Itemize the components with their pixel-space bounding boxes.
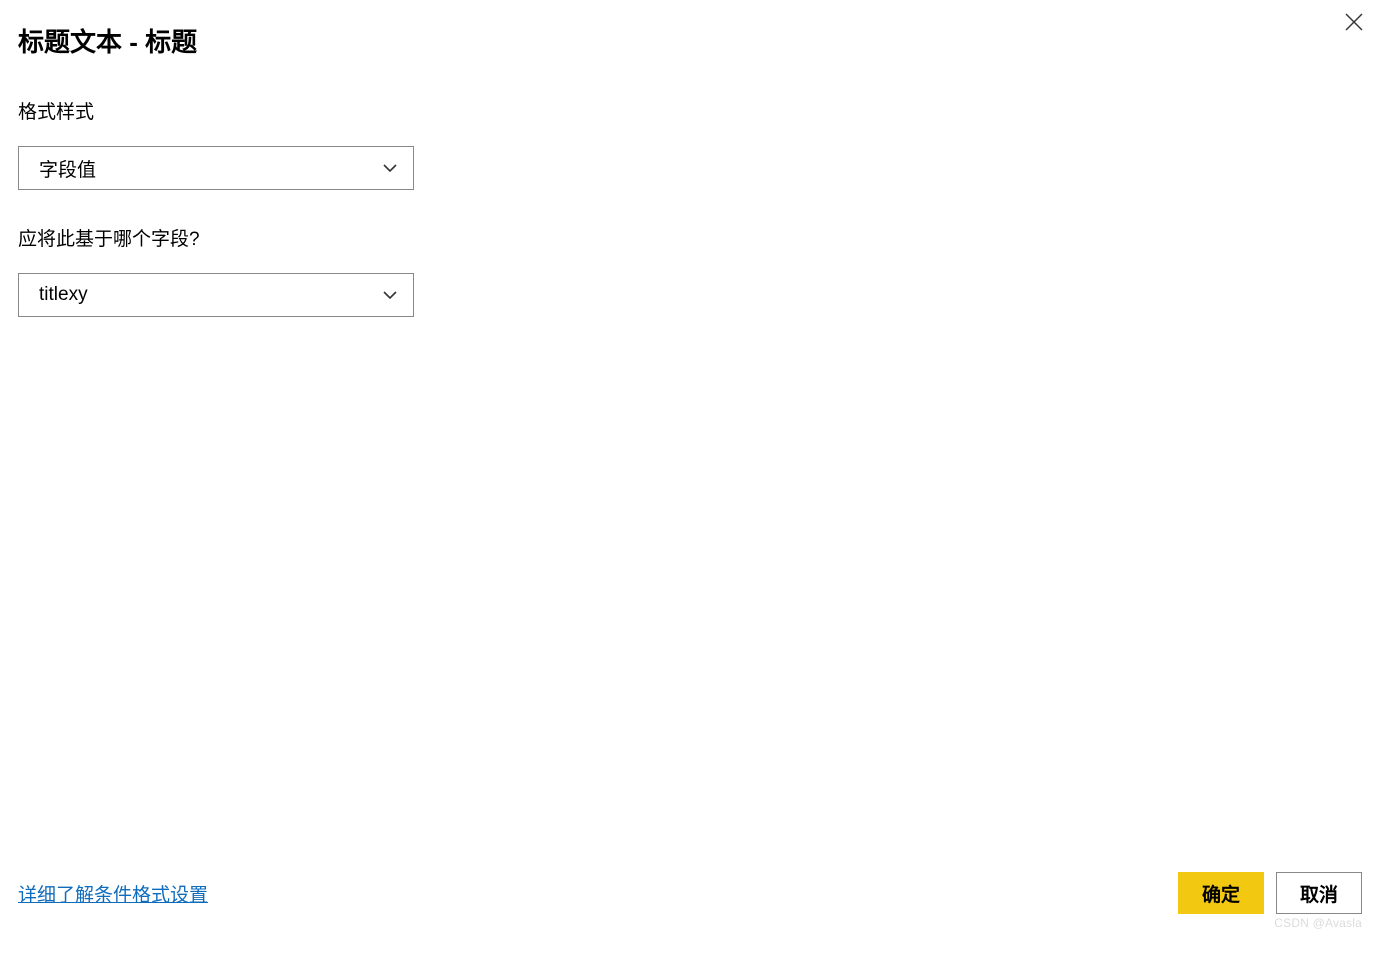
base-field-label: 应将此基于哪个字段? [18,224,1362,251]
format-style-value: 字段值 [39,155,96,182]
chevron-down-icon [381,286,399,304]
cancel-button[interactable]: 取消 [1276,872,1362,914]
base-field-value: titlexy [39,284,88,306]
ok-button[interactable]: 确定 [1178,872,1264,914]
learn-more-link[interactable]: 详细了解条件格式设置 [18,880,208,907]
dialog-title: 标题文本 - 标题 [18,22,1362,59]
format-style-select[interactable]: 字段值 [18,146,414,190]
watermark-text: CSDN @Avasla [1274,916,1362,930]
dialog-footer: 详细了解条件格式设置 确定 取消 [18,872,1362,914]
format-style-group: 格式样式 字段值 [18,97,1362,190]
button-row: 确定 取消 [1178,872,1362,914]
close-button[interactable] [1342,10,1366,34]
chevron-down-icon [381,159,399,177]
format-style-label: 格式样式 [18,97,1362,124]
title-text-dialog: 标题文本 - 标题 格式样式 字段值 应将此基于哪个字段? titlexy 详细… [0,0,1380,968]
base-field-group: 应将此基于哪个字段? titlexy [18,224,1362,317]
base-field-select[interactable]: titlexy [18,273,414,317]
close-icon [1345,13,1363,31]
